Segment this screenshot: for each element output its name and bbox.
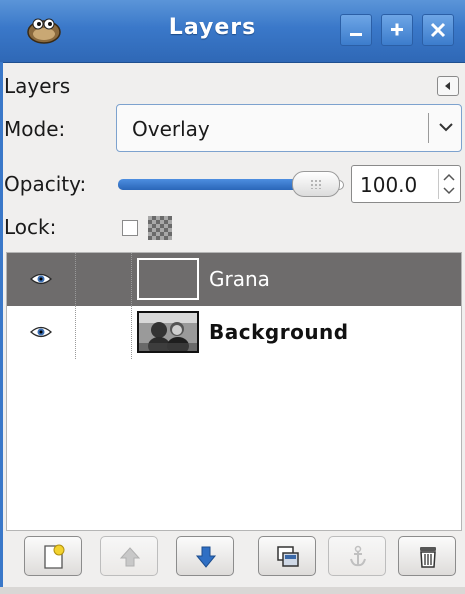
raise-layer-icon	[119, 547, 141, 567]
maximize-button[interactable]	[381, 14, 413, 46]
layer-thumbnail	[137, 258, 199, 300]
duplicate-layer-button[interactable]	[258, 536, 316, 576]
delete-layer-button[interactable]	[398, 536, 456, 576]
minimize-icon	[350, 33, 362, 36]
opacity-slider-fill	[118, 179, 298, 190]
mode-dropdown[interactable]: Overlay	[116, 104, 462, 152]
layer-list[interactable]: Grana Background	[6, 252, 462, 531]
maximize-icon	[391, 23, 403, 36]
opacity-spinbutton[interactable]: 100.0	[351, 165, 461, 203]
lower-layer-button[interactable]	[176, 536, 234, 576]
mode-separator	[428, 113, 429, 143]
layer-thumbnail	[137, 311, 199, 353]
close-icon	[430, 22, 446, 38]
raise-layer-button[interactable]	[100, 536, 158, 576]
tab-menu-arrow-icon	[445, 82, 450, 90]
delete-layer-icon	[420, 547, 436, 568]
anchor-layer-icon	[350, 545, 366, 567]
tab-menu-button[interactable]	[437, 76, 459, 96]
lock-alpha-checkbox[interactable]	[122, 220, 138, 236]
dock-tab-label: Layers	[4, 74, 71, 98]
column-divider	[75, 253, 77, 306]
duplicate-layer-icon	[277, 546, 299, 567]
lower-layer-icon	[195, 546, 217, 568]
spin-arrows[interactable]	[438, 169, 459, 199]
window-titlebar[interactable]: Layers	[0, 0, 465, 63]
close-button[interactable]	[422, 14, 454, 46]
column-divider	[75, 306, 77, 359]
new-layer-button[interactable]	[24, 536, 82, 576]
grip-icon	[310, 179, 322, 189]
opacity-slider-handle[interactable]	[292, 171, 340, 197]
lock-label: Lock:	[4, 215, 57, 239]
window-bottom-edge	[0, 587, 465, 594]
opacity-label: Opacity:	[4, 172, 87, 196]
chain-column[interactable]	[131, 306, 133, 359]
layer-name[interactable]: Grana	[209, 267, 270, 291]
anchor-layer-button[interactable]	[328, 536, 386, 576]
spin-up-down-icon	[443, 173, 455, 195]
chevron-down-icon	[439, 123, 453, 132]
layer-row-grana[interactable]: Grana	[7, 253, 461, 306]
minimize-button[interactable]	[340, 14, 372, 46]
lock-alpha-checker-icon	[148, 216, 172, 240]
opacity-value: 100.0	[360, 173, 418, 197]
mode-value: Overlay	[132, 117, 210, 141]
visibility-eye-icon[interactable]	[29, 324, 53, 340]
visibility-eye-icon[interactable]	[29, 271, 53, 287]
window-border	[0, 62, 3, 594]
new-layer-icon	[44, 544, 65, 569]
layer-row-background[interactable]: Background	[7, 306, 461, 359]
photo-thumbnail-icon	[139, 313, 197, 351]
mode-label: Mode:	[4, 117, 66, 141]
chain-column[interactable]	[131, 253, 133, 306]
layer-name[interactable]: Background	[209, 320, 349, 344]
layer-toolbar	[6, 536, 465, 582]
